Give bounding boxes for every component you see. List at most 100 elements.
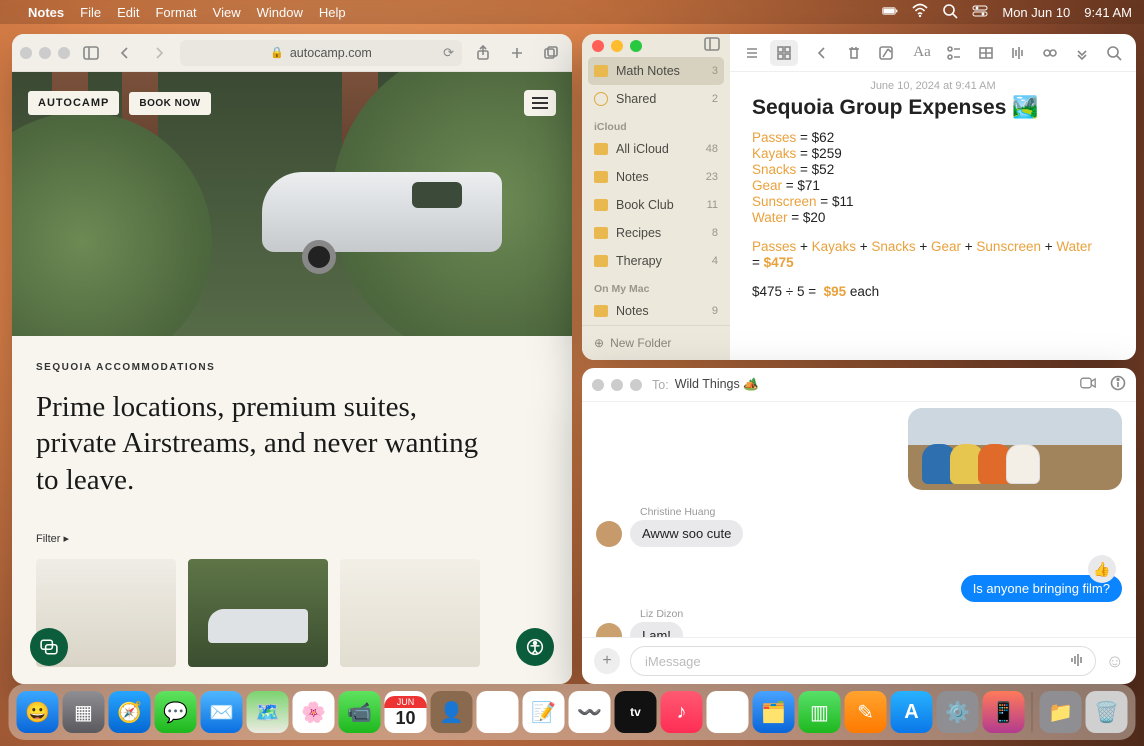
menu-window[interactable]: Window xyxy=(257,5,303,20)
dock-app-launchpad[interactable]: ▦ xyxy=(63,691,105,733)
sidebar-item-book-club[interactable]: Book Club11 xyxy=(582,191,730,219)
apps-plus-icon[interactable]: + xyxy=(594,648,620,674)
dock-app-finder[interactable]: 😀 xyxy=(17,691,59,733)
sidebar-toggle-icon[interactable] xyxy=(78,40,104,66)
dock-app-tv[interactable]: tv xyxy=(615,691,657,733)
trash-icon[interactable] xyxy=(840,40,868,66)
nav-forward-icon[interactable] xyxy=(146,40,172,66)
checklist-icon[interactable] xyxy=(940,40,968,66)
dock-app-reminders[interactable]: ▤ xyxy=(477,691,519,733)
autocamp-logo[interactable]: AUTOCAMP xyxy=(28,91,119,115)
dock-stack-downloads[interactable]: 📁 xyxy=(1040,691,1082,733)
dock-app-pages[interactable]: ✎ xyxy=(845,691,887,733)
menubar-app-name[interactable]: Notes xyxy=(28,5,64,20)
sidebar-item-label: Shared xyxy=(616,89,656,109)
window-zoom[interactable] xyxy=(630,379,642,391)
window-close[interactable] xyxy=(592,40,604,52)
sidebar-item-therapy[interactable]: Therapy4 xyxy=(582,247,730,275)
control-center-icon[interactable] xyxy=(972,3,988,22)
battery-icon[interactable] xyxy=(882,3,898,22)
url-field[interactable]: 🔒 autocamp.com ⟳ xyxy=(180,40,462,66)
sidebar-item-onmac-notes[interactable]: Notes9 xyxy=(582,297,730,325)
dock-app-settings[interactable]: ⚙️ xyxy=(937,691,979,733)
menu-view[interactable]: View xyxy=(213,5,241,20)
book-now-button[interactable]: BOOK NOW xyxy=(129,92,210,115)
window-close[interactable] xyxy=(592,379,604,391)
listing-card[interactable] xyxy=(188,559,328,667)
more-icon[interactable] xyxy=(1068,40,1096,66)
menu-help[interactable]: Help xyxy=(319,5,346,20)
table-icon[interactable] xyxy=(972,40,1000,66)
dock-app-news[interactable]: N xyxy=(707,691,749,733)
sidebar-item-recipes[interactable]: Recipes8 xyxy=(582,219,730,247)
dock-app-messages[interactable]: 💬 xyxy=(155,691,197,733)
wifi-icon[interactable] xyxy=(912,3,928,22)
back-icon[interactable] xyxy=(808,40,836,66)
audio-message-icon[interactable] xyxy=(1069,652,1085,671)
dock-app-contacts[interactable]: 👤 xyxy=(431,691,473,733)
avatar[interactable] xyxy=(596,521,622,547)
info-icon[interactable] xyxy=(1110,375,1126,394)
message-bubble[interactable]: I am! xyxy=(630,622,683,637)
window-zoom[interactable] xyxy=(58,47,70,59)
reload-icon[interactable]: ⟳ xyxy=(443,45,454,61)
dock-app-photos[interactable]: 🌸 xyxy=(293,691,335,733)
menu-edit[interactable]: Edit xyxy=(117,5,139,20)
menu-format[interactable]: Format xyxy=(155,5,196,20)
avatar[interactable] xyxy=(596,623,622,637)
dock-app-appstore[interactable]: A xyxy=(891,691,933,733)
dock-app-numbers[interactable]: ▥ xyxy=(799,691,841,733)
hamburger-menu-icon[interactable] xyxy=(524,90,556,116)
sidebar-item-math-notes[interactable]: Math Notes 3 xyxy=(588,57,724,85)
menubar-time[interactable]: 9:41 AM xyxy=(1084,5,1132,20)
dock-app-music[interactable]: ♪ xyxy=(661,691,703,733)
dock-trash[interactable]: 🗑️ xyxy=(1086,691,1128,733)
listing-card[interactable] xyxy=(340,559,480,667)
nav-back-icon[interactable] xyxy=(112,40,138,66)
note-body[interactable]: June 10, 2024 at 9:41 AM Sequoia Group E… xyxy=(730,72,1136,316)
emoji-picker-icon[interactable]: ☺ xyxy=(1106,651,1124,672)
window-minimize[interactable] xyxy=(39,47,51,59)
message-photo-attachment[interactable] xyxy=(908,408,1122,490)
dock-app-calendar[interactable]: JUN10 xyxy=(385,691,427,733)
format-aa-icon[interactable]: Aa xyxy=(908,40,936,66)
dock-app-maps[interactable]: 🗺️ xyxy=(247,691,289,733)
tapback-reaction[interactable]: 👍 xyxy=(1088,555,1116,583)
sidebar-item-all-icloud[interactable]: All iCloud48 xyxy=(582,135,730,163)
menu-file[interactable]: File xyxy=(80,5,101,20)
new-tab-icon[interactable] xyxy=(504,40,530,66)
window-zoom[interactable] xyxy=(630,40,642,52)
window-close[interactable] xyxy=(20,47,32,59)
window-minimize[interactable] xyxy=(611,40,623,52)
message-thread[interactable]: Christine Huang Awww soo cute 👍 Is anyon… xyxy=(582,402,1136,637)
dock-app-keynote[interactable]: 🗂️ xyxy=(753,691,795,733)
sidebar-item-notes[interactable]: Notes23 xyxy=(582,163,730,191)
share-icon[interactable] xyxy=(470,40,496,66)
menubar-date[interactable]: Mon Jun 10 xyxy=(1002,5,1070,20)
new-folder-button[interactable]: ⊕New Folder xyxy=(582,325,730,360)
compose-icon[interactable] xyxy=(872,40,900,66)
window-minimize[interactable] xyxy=(611,379,623,391)
spotlight-icon[interactable] xyxy=(942,3,958,22)
facetime-icon[interactable] xyxy=(1080,375,1096,394)
link-icon[interactable] xyxy=(1036,40,1064,66)
dock-app-notes[interactable]: 📝 xyxy=(523,691,565,733)
viewmode-list-icon[interactable] xyxy=(738,40,766,66)
sidebar-toggle-icon[interactable] xyxy=(704,36,720,55)
viewmode-gallery-icon[interactable] xyxy=(770,40,798,66)
search-icon[interactable] xyxy=(1100,40,1128,66)
dock-app-freeform[interactable]: 〰️ xyxy=(569,691,611,733)
sidebar-item-shared[interactable]: Shared 2 xyxy=(582,85,730,113)
accessibility-fab-icon[interactable] xyxy=(516,628,554,666)
to-field[interactable]: To: Wild Things 🏕️ xyxy=(652,377,759,392)
message-bubble[interactable]: Awww soo cute xyxy=(630,520,743,547)
dock-app-iphone-mirroring[interactable]: 📱 xyxy=(983,691,1025,733)
chat-fab-icon[interactable] xyxy=(30,628,68,666)
dock-app-safari[interactable]: 🧭 xyxy=(109,691,151,733)
tabs-overview-icon[interactable] xyxy=(538,40,564,66)
dock-app-facetime[interactable]: 📹 xyxy=(339,691,381,733)
dock-app-mail[interactable]: ✉️ xyxy=(201,691,243,733)
message-input[interactable]: iMessage xyxy=(630,646,1096,676)
media-icon[interactable] xyxy=(1004,40,1032,66)
filter-button[interactable]: Filter ▸ xyxy=(36,532,548,545)
